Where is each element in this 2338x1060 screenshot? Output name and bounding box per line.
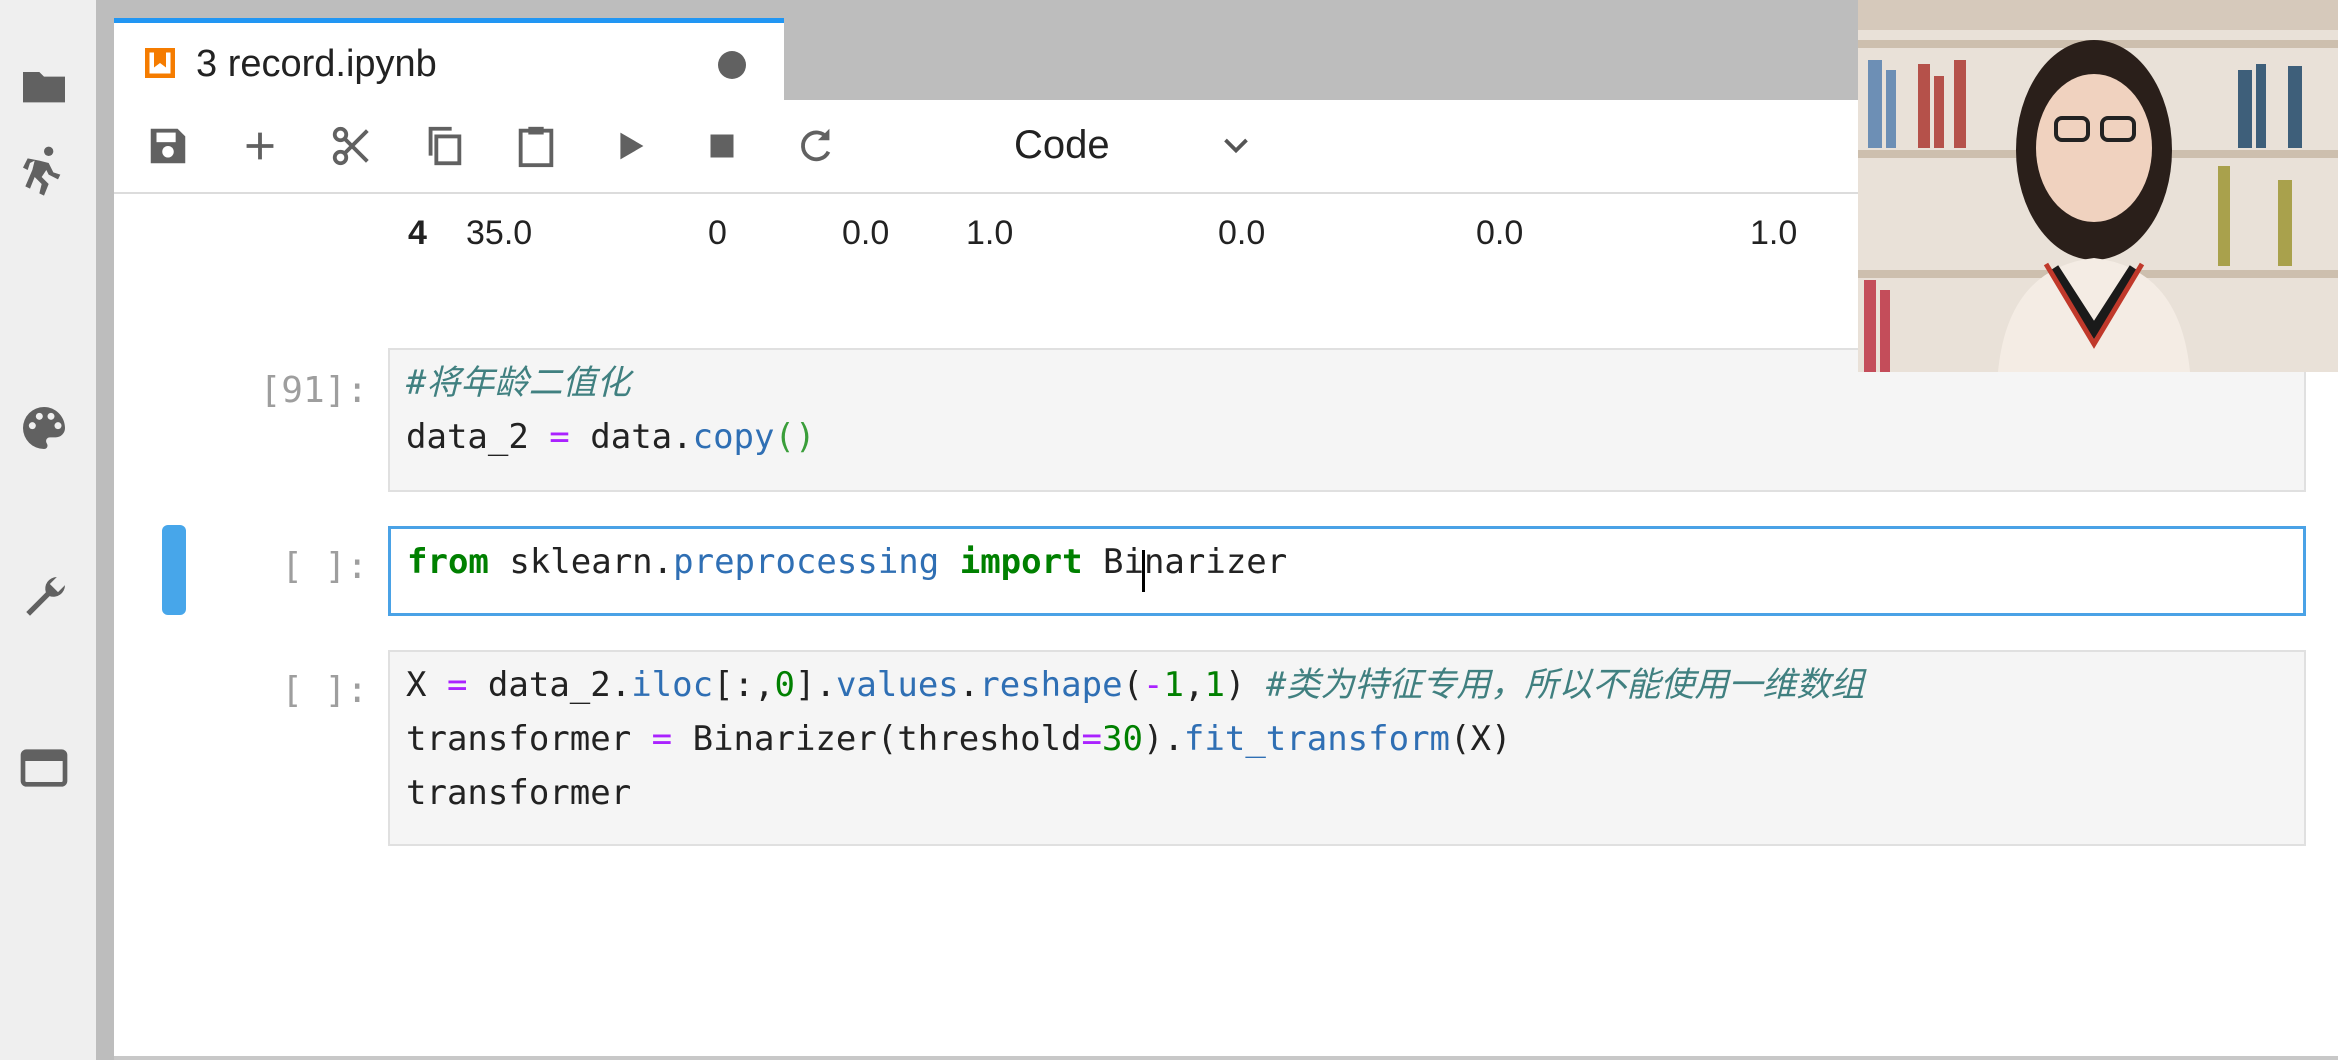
cell-prompt: [ ]: [281, 670, 368, 711]
unsaved-dot-icon[interactable] [718, 51, 746, 79]
cell-editor[interactable]: from sklearn.preprocessing import Binari… [388, 526, 2306, 616]
run-button[interactable] [602, 118, 658, 174]
output-cell: 35.0 [466, 214, 533, 252]
play-icon [620, 132, 644, 160]
code-line: X = data_2.iloc[:,0].values.reshape(-1,1… [406, 665, 1865, 705]
code-cell[interactable]: [ ]: X = data_2.iloc[:,0].values.reshape… [114, 650, 2338, 846]
cell-editor[interactable]: X = data_2.iloc[:,0].values.reshape(-1,1… [388, 650, 2306, 846]
tab-title: 3 record.ipynb [196, 43, 437, 85]
left-sidebar [0, 0, 97, 1060]
copy-button[interactable] [416, 118, 472, 174]
output-row-index: 4 [408, 214, 427, 252]
notebook-icon [145, 48, 175, 78]
restart-button[interactable] [788, 118, 844, 174]
cell-type-select[interactable]: Code [1014, 114, 1254, 176]
scissors-icon [332, 126, 369, 166]
text-caret [1142, 550, 1145, 592]
running-icon[interactable] [14, 140, 74, 200]
tabs-icon[interactable] [14, 738, 74, 798]
sidebar-divider[interactable] [96, 0, 114, 1060]
insert-cell-button[interactable] [232, 118, 288, 174]
code-cell-active[interactable]: [ ]: from sklearn.preprocessing import B… [114, 526, 2338, 616]
save-button[interactable] [140, 118, 196, 174]
stop-icon [710, 134, 734, 158]
output-cell: 1.0 [966, 214, 1014, 252]
output-cell: 0.0 [1476, 214, 1524, 252]
cell-type-label: Code [1014, 122, 1110, 167]
copy-icon [428, 126, 462, 166]
save-icon [150, 128, 186, 164]
code-line: transformer [406, 773, 632, 813]
clipboard-icon [518, 126, 554, 168]
output-cell: 0.0 [842, 214, 890, 252]
notebook-tab[interactable]: 3 record.ipynb [114, 18, 784, 102]
code-line: data_2 = data.copy() [406, 417, 816, 457]
code-line: transformer = Binarizer(threshold=30).fi… [406, 719, 1512, 759]
output-cell: 1.0 [1750, 214, 1798, 252]
webcam-overlay [1858, 0, 2338, 372]
code-line: #将年龄二值化 [406, 363, 631, 403]
output-cell: 0 [708, 214, 727, 252]
output-cell: 0.0 [1218, 214, 1266, 252]
chevron-down-icon [1224, 138, 1248, 154]
plus-icon [246, 132, 274, 160]
palette-icon[interactable] [14, 398, 74, 458]
code-line: from sklearn.preprocessing import Binari… [407, 542, 1288, 582]
refresh-icon [801, 128, 831, 162]
cut-button[interactable] [324, 118, 380, 174]
wrench-icon[interactable] [14, 568, 74, 628]
paste-button[interactable] [508, 118, 564, 174]
interrupt-button[interactable] [694, 118, 750, 174]
cell-prompt: [ ]: [281, 546, 368, 587]
cell-prompt: [91]: [259, 370, 368, 411]
presenter-video-image [1858, 0, 2338, 372]
folder-icon[interactable] [14, 56, 74, 116]
